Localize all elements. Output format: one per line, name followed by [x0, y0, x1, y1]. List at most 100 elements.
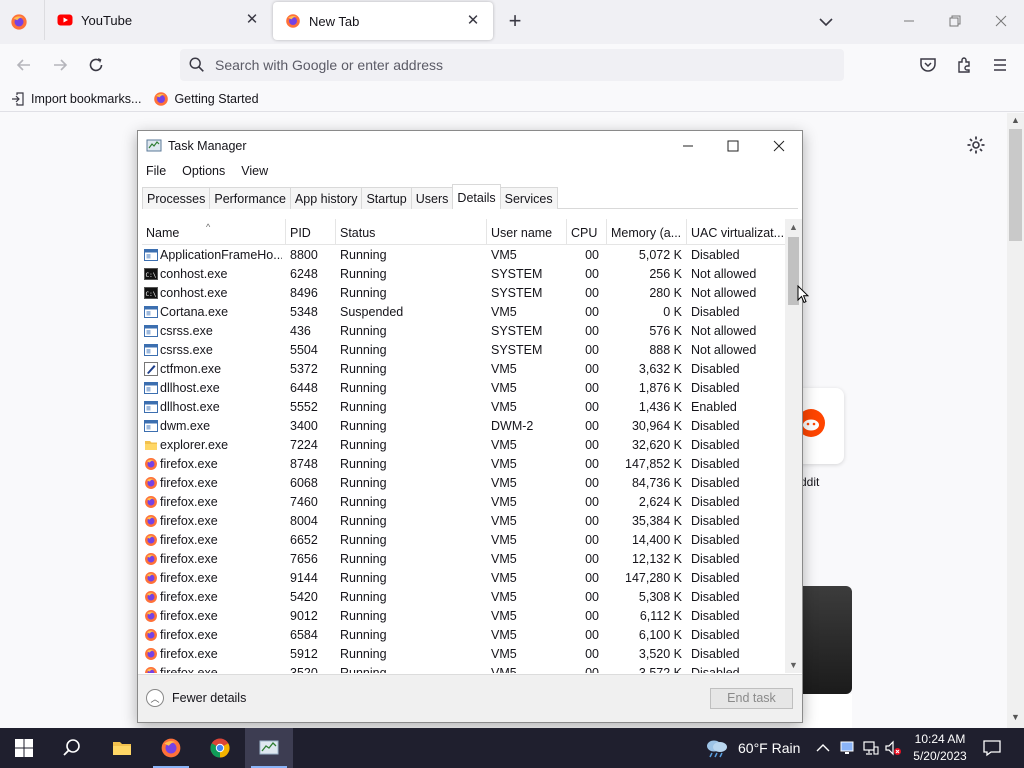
extensions-icon[interactable]: [954, 55, 974, 75]
close-icon[interactable]: [769, 136, 789, 156]
taskbar-firefox[interactable]: [147, 728, 195, 768]
network-icon[interactable]: [862, 739, 880, 757]
chevron-up-icon[interactable]: [814, 739, 832, 757]
weather-widget[interactable]: 60°F Rain: [704, 737, 800, 759]
table-row[interactable]: firefox.exe 6068 Running VM5 00 84,736 K Disab…: [142, 474, 788, 493]
scroll-up-arrow-icon[interactable]: ▲: [785, 219, 802, 235]
process-pid: 8748: [290, 457, 318, 471]
table-row[interactable]: firefox.exe 5912 Running VM5 00 3,520 K Disabl…: [142, 645, 788, 664]
bookmark-getting-started[interactable]: Getting Started: [153, 91, 259, 107]
tab-performance[interactable]: Performance: [209, 187, 291, 209]
column-header-uac[interactable]: UAC virtualizat...: [687, 219, 788, 245]
table-row[interactable]: firefox.exe 8748 Running VM5 00 147,852 K Disa…: [142, 455, 788, 474]
table-row[interactable]: csrss.exe 436 Running SYSTEM 00 576 K Not allo…: [142, 322, 788, 341]
table-row[interactable]: firefox.exe 6584 Running VM5 00 6,100 K Disabl…: [142, 626, 788, 645]
table-row[interactable]: firefox.exe 6652 Running VM5 00 14,400 K Disab…: [142, 531, 788, 550]
display-icon[interactable]: [838, 739, 856, 757]
taskbar-chrome[interactable]: [196, 728, 244, 768]
back-arrow-icon[interactable]: [14, 55, 34, 75]
table-row[interactable]: C:\ conhost.exe 8496 Running SYSTEM 00 280 K No…: [142, 284, 788, 303]
close-tab-icon[interactable]: ✕: [244, 12, 260, 28]
close-window-icon[interactable]: [990, 10, 1012, 32]
table-row[interactable]: firefox.exe 3520 Running VM5 00 3,572 K Disabl…: [142, 664, 788, 673]
table-row[interactable]: firefox.exe 9144 Running VM5 00 147,280 K Disa…: [142, 569, 788, 588]
system-clock[interactable]: 10:24 AM 5/20/2023: [900, 731, 980, 765]
minimize-icon[interactable]: [898, 10, 920, 32]
table-row[interactable]: firefox.exe 8004 Running VM5 00 35,384 K Disab…: [142, 512, 788, 531]
bookmark-label: Import bookmarks...: [31, 91, 142, 106]
page-scrollbar[interactable]: ▲ ▼: [1007, 113, 1024, 728]
scrollbar-thumb[interactable]: [1009, 129, 1022, 241]
column-header-pid[interactable]: PID: [286, 219, 336, 245]
window-icon: [144, 381, 158, 395]
tab-startup[interactable]: Startup: [361, 187, 412, 209]
table-row[interactable]: dllhost.exe 5552 Running VM5 00 1,436 K Enable…: [142, 398, 788, 417]
process-user: VM5: [491, 571, 517, 585]
tab-services[interactable]: Services: [499, 187, 558, 209]
table-row[interactable]: dwm.exe 3400 Running DWM-2 00 30,964 K Disable…: [142, 417, 788, 436]
process-uac: Disabled: [691, 476, 740, 490]
gear-icon[interactable]: [966, 135, 986, 155]
menu-options[interactable]: Options: [174, 161, 233, 183]
column-header-name[interactable]: ^ Name: [142, 219, 286, 245]
close-tab-icon[interactable]: ✕: [465, 13, 481, 29]
menu-file[interactable]: File: [138, 161, 174, 183]
table-row[interactable]: firefox.exe 7460 Running VM5 00 2,624 K Disabl…: [142, 493, 788, 512]
process-status: Running: [340, 438, 387, 452]
process-user: VM5: [491, 609, 517, 623]
minimize-icon[interactable]: [678, 136, 698, 156]
column-header-user-name[interactable]: User name: [487, 219, 567, 245]
scroll-down-arrow-icon[interactable]: ▼: [785, 657, 802, 673]
table-row[interactable]: C:\ conhost.exe 6248 Running SYSTEM 00 256 K No…: [142, 265, 788, 284]
table-row[interactable]: explorer.exe 7224 Running VM5 00 32,620 K Disa…: [142, 436, 788, 455]
task-manager-titlebar[interactable]: Task Manager: [138, 131, 802, 161]
chevron-down-icon[interactable]: [816, 12, 836, 32]
table-row[interactable]: firefox.exe 9012 Running VM5 00 6,112 K Disabl…: [142, 607, 788, 626]
firefox-menu-icon[interactable]: [10, 13, 28, 31]
svg-text:C:\: C:\: [146, 272, 157, 279]
tab-youtube[interactable]: YouTube ✕: [44, 0, 272, 40]
maximize-icon[interactable]: [723, 136, 743, 156]
url-bar[interactable]: Search with Google or enter address: [180, 49, 844, 81]
end-task-button[interactable]: End task: [710, 688, 793, 709]
tab-processes[interactable]: Processes: [142, 187, 211, 209]
process-memory: 6,100 K: [638, 628, 682, 642]
scroll-up-arrow-icon[interactable]: ▲: [1007, 115, 1024, 129]
column-header-cpu[interactable]: CPU: [567, 219, 607, 245]
tab-details[interactable]: Details: [452, 184, 501, 209]
window-icon: [144, 324, 158, 338]
reload-icon[interactable]: [86, 55, 106, 75]
tab-app-history[interactable]: App history: [289, 187, 363, 209]
notifications-icon[interactable]: [982, 738, 1002, 758]
start-button[interactable]: [0, 728, 48, 768]
forward-arrow-icon[interactable]: [50, 55, 70, 75]
tab-users[interactable]: Users: [410, 187, 454, 209]
table-row[interactable]: firefox.exe 7656 Running VM5 00 12,132 K Disab…: [142, 550, 788, 569]
new-tab-button[interactable]: +: [504, 10, 526, 33]
pocket-icon[interactable]: [918, 55, 938, 75]
table-row[interactable]: firefox.exe 5420 Running VM5 00 5,308 K Disabl…: [142, 588, 788, 607]
process-status: Running: [340, 628, 387, 642]
menu-view[interactable]: View: [233, 161, 276, 183]
hamburger-menu-icon[interactable]: [990, 55, 1010, 75]
table-row[interactable]: ctfmon.exe 5372 Running VM5 00 3,632 K Disable…: [142, 360, 788, 379]
table-row[interactable]: dllhost.exe 6448 Running VM5 00 1,876 K Disabl…: [142, 379, 788, 398]
fewer-details-button[interactable]: ︿ Fewer details: [146, 689, 246, 707]
taskbar-search-button[interactable]: [48, 728, 96, 768]
table-row[interactable]: ApplicationFrameHo... 8800 Running VM5 00 5,0…: [142, 246, 788, 265]
table-row[interactable]: csrss.exe 5504 Running SYSTEM 00 888 K Not all…: [142, 341, 788, 360]
process-name: firefox.exe: [160, 628, 218, 642]
restore-icon[interactable]: [944, 10, 966, 32]
process-uac: Disabled: [691, 457, 740, 471]
taskbar-task-manager[interactable]: [245, 728, 293, 768]
bookmark-import[interactable]: Import bookmarks...: [10, 91, 141, 107]
taskbar-file-explorer[interactable]: [98, 728, 146, 768]
column-header-status[interactable]: Status: [336, 219, 487, 245]
process-cpu: 00: [585, 305, 599, 319]
scroll-down-arrow-icon[interactable]: ▼: [1007, 712, 1024, 726]
column-header-memory[interactable]: Memory (a...: [607, 219, 687, 245]
table-row[interactable]: Cortana.exe 5348 Suspended VM5 00 0 K Disabled: [142, 303, 788, 322]
process-uac: Disabled: [691, 419, 740, 433]
sort-ascending-icon: ^: [206, 222, 211, 232]
tab-new-tab[interactable]: New Tab ✕: [273, 2, 493, 40]
